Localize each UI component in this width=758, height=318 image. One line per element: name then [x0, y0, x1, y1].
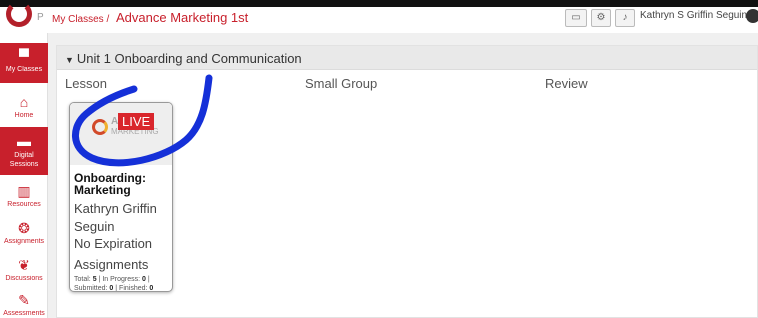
audio-icon[interactable]: ♪ — [615, 9, 635, 27]
top-header: P My Classes / Advance Marketing 1st ▭ ⚙… — [0, 1, 758, 33]
sidebar-item-assignments[interactable]: ❂ Assignments — [0, 216, 48, 250]
column-lesson: Lesson — [65, 76, 107, 91]
sidebar-item-assessments[interactable]: ✎ Assessments — [0, 290, 48, 318]
sidebar-item-discussions[interactable]: ❦ Discussions — [0, 253, 48, 287]
user-avatar[interactable] — [746, 9, 758, 23]
marketing-logo-icon — [92, 119, 108, 135]
sidebar-item-my-classes[interactable]: ▀ My Classes — [0, 43, 48, 83]
card-assignments-label: Assignments — [74, 257, 149, 272]
unit-title[interactable]: ▼ Unit 1 Onboarding and Communication — [65, 51, 302, 66]
settings-icon[interactable]: ⚙ — [591, 9, 611, 27]
card-expiration: No Expiration — [74, 236, 153, 251]
column-review: Review — [545, 76, 588, 91]
card-assignment-stats: Total: 5 | In Progress: 0 | Submitted: 0… — [74, 276, 154, 292]
laptop-icon: ▬ — [17, 133, 31, 149]
main-content: ▼ Unit 1 Onboarding and Communication Les… — [48, 33, 758, 318]
unit-header[interactable]: ▼ Unit 1 Onboarding and Communication — [57, 46, 757, 70]
sidebar-item-home[interactable]: ⌂ Home — [0, 90, 48, 124]
home-icon: ⌂ — [19, 94, 29, 110]
school-logo-icon[interactable] — [6, 1, 32, 27]
books-icon: ▥ — [17, 183, 31, 199]
chat-bubbles-icon: ❦ — [18, 257, 30, 273]
chevron-down-icon[interactable]: ▼ — [65, 55, 74, 65]
user-name[interactable]: Kathryn S Griffin Seguin — [640, 10, 747, 21]
sidebar-item-digital-sessions[interactable]: ▬ Digital Sessions — [0, 127, 48, 175]
brain-icon: ❂ — [18, 220, 30, 236]
breadcrumb: My Classes / Advance Marketing 1st — [52, 10, 248, 25]
course-title: Advance Marketing 1st — [116, 10, 249, 25]
lesson-card[interactable]: ASSMARKETING LIVE Onboarding: Marketing … — [69, 102, 173, 292]
notes-icon[interactable]: ▭ — [565, 9, 587, 27]
whiteboard-icon: ▀ — [19, 48, 29, 64]
unit-panel: ▼ Unit 1 Onboarding and Communication Les… — [56, 45, 758, 318]
card-thumbnail[interactable]: ASSMARKETING LIVE — [70, 103, 172, 165]
top-border — [0, 0, 758, 7]
logo-fragment: P — [37, 12, 44, 23]
clipboard-icon: ✎ — [18, 292, 30, 308]
card-title[interactable]: Onboarding: Marketing — [74, 172, 172, 196]
sidebar: ▀ My Classes ⌂ Home ▬ Digital Sessions ▥… — [0, 33, 48, 318]
live-badge: LIVE — [118, 113, 155, 130]
breadcrumb-my-classes[interactable]: My Classes / — [52, 14, 109, 25]
sidebar-item-resources[interactable]: ▥ Resources — [0, 179, 48, 213]
column-small-group: Small Group — [305, 76, 378, 91]
card-author: Kathryn Griffin Seguin — [74, 201, 157, 234]
